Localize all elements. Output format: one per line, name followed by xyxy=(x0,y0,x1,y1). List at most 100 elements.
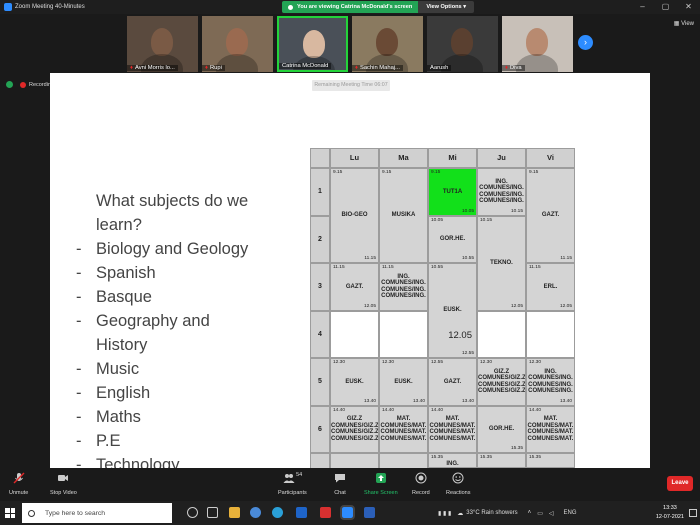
subject-item: Basque xyxy=(74,285,248,309)
pdf-reader-icon[interactable] xyxy=(320,507,331,518)
cell-subject-line: COMUNES/ING. xyxy=(479,198,524,205)
notifications-icon[interactable] xyxy=(689,509,697,517)
security-shield-icon[interactable] xyxy=(6,81,13,88)
taskbar-search-input[interactable]: Type here to search xyxy=(22,503,172,523)
view-options-button[interactable]: View Options ▾ xyxy=(418,1,475,13)
record-label: Record xyxy=(412,490,430,496)
meeting-toolbar: Unmute Stop Video 54 Participants Chat S… xyxy=(0,468,700,501)
slide-question-line: learn? xyxy=(96,216,142,234)
timetable-cell xyxy=(330,310,379,358)
timetable-cell: 14.40 MAT. COMUNES/MAT. COMUNES/MAT. COMUNES… xyxy=(379,405,428,453)
store-icon[interactable] xyxy=(296,507,307,518)
unmute-button[interactable]: Unmute xyxy=(9,472,28,496)
word-icon[interactable] xyxy=(364,507,375,518)
participant-name-text: Catrina McDonald xyxy=(282,63,329,69)
participant-tile[interactable]: ♦ Sachin Mahaj... xyxy=(352,16,423,72)
leave-button[interactable]: Leave xyxy=(667,476,693,491)
cell-start-time: 14.40 xyxy=(529,407,542,413)
cell-subject-line: COMUNES/ING. xyxy=(381,280,426,287)
timetable-cell: 11.15 ING. COMUNES/ING. COMUNES/ING. COMUNES… xyxy=(379,263,428,311)
participant-name-text: Rupi xyxy=(209,65,222,71)
cell-start-time: 14.40 xyxy=(382,407,395,413)
taskbar-clock[interactable]: 13:33 12-07-2021 xyxy=(656,504,684,522)
clock-date: 12-07-2021 xyxy=(655,514,684,520)
participant-tile[interactable]: ♦ Rupi xyxy=(202,16,273,72)
timetable-cell: 14.40 MAT. COMUNES/MAT. COMUNES/MAT. COMUNES… xyxy=(428,405,477,453)
chrome-icon[interactable] xyxy=(250,507,261,518)
share-screen-icon xyxy=(375,473,386,483)
tray-chevron-icon[interactable]: ˄ xyxy=(528,510,532,516)
timetable-cell: 12.30 13.40 ING. COMUNES/ING. COMUNES/ING. CO… xyxy=(526,358,575,406)
participant-name: ♦ Avni Morris lo... xyxy=(127,65,178,71)
timetable-cell xyxy=(526,310,575,358)
subject-item-line: English xyxy=(96,384,151,402)
participant-video-face xyxy=(151,28,173,56)
cell-subject: TEKNO. xyxy=(478,260,525,267)
timetable-cell: 15.35 ING. xyxy=(428,453,477,468)
mic-muted-icon: ♦ xyxy=(355,65,358,71)
file-explorer-icon[interactable] xyxy=(229,507,240,518)
cell-start-time: 11.15 xyxy=(529,265,541,270)
cell-subject: ING. COMUNES/ING. COMUNES/ING. COMUNES/ING. xyxy=(478,179,525,205)
subject-item-line: Biology and Geology xyxy=(96,240,249,258)
minimize-icon[interactable]: – xyxy=(631,0,654,14)
cell-subject-line: COMUNES/MAT. xyxy=(380,435,427,442)
cell-end-time: 10.55 xyxy=(461,256,474,261)
reactions-button[interactable]: Reactions xyxy=(446,472,470,496)
close-icon[interactable]: ✕ xyxy=(677,0,700,14)
task-view-icon[interactable] xyxy=(207,507,218,518)
shared-screen: Remaining Meeting Time 06:07 What subjec… xyxy=(50,73,650,468)
participant-tile[interactable]: ♦ Diva xyxy=(502,16,573,72)
window-controls: – ▢ ✕ xyxy=(631,0,700,14)
cell-subject-line: COMUNES/GIZ.Z xyxy=(478,375,526,382)
view-options-label: View Options xyxy=(426,4,462,10)
mic-muted-icon: ♦ xyxy=(505,65,508,71)
participant-video-face xyxy=(303,30,325,58)
search-icon xyxy=(28,509,35,517)
cell-subject-line: GAZT. xyxy=(541,212,560,219)
stop-video-button[interactable]: Stop Video xyxy=(50,472,77,496)
timetable-cell: 11.15 12.05 GAZT. xyxy=(330,263,379,311)
cell-subject: GIZ.Z COMUNES/GIZ.Z COMUNES/GIZ.Z COMUNES/G… xyxy=(331,416,378,442)
tray-apps-icon[interactable]: ▮ ▮ ▮ xyxy=(438,510,451,517)
speaker-icon[interactable]: ◁ xyxy=(549,510,554,517)
cell-subject: ERL. xyxy=(527,284,574,291)
participant-tile[interactable]: ♦ Avni Morris lo... xyxy=(127,16,198,72)
cell-subject-line: COMUNES/ING. xyxy=(528,375,573,382)
timetable-day-header: Ma xyxy=(379,148,428,168)
timetable-period-number xyxy=(310,453,330,468)
participant-tile[interactable]: Catrina McDonald xyxy=(277,16,348,72)
cell-start-time: 12.55 xyxy=(431,360,444,365)
cell-subject: GOR.HE. xyxy=(478,426,525,433)
timetable-cell: 11.15 12.05 ERL. xyxy=(526,263,575,311)
share-screen-button[interactable]: Share Screen xyxy=(364,472,398,496)
participant-tile[interactable]: Aarush xyxy=(427,16,498,72)
cell-end-time: 12.05 xyxy=(559,303,572,309)
edge-icon[interactable] xyxy=(272,507,283,518)
next-page-icon[interactable]: › xyxy=(578,35,593,50)
timetable-period-number: 5 xyxy=(310,358,330,406)
cortana-icon[interactable] xyxy=(187,507,198,518)
maximize-icon[interactable]: ▢ xyxy=(654,0,677,14)
network-icon[interactable]: ▭ xyxy=(537,510,543,517)
timetable-cell: 9.15 11.15 BIO-GEO xyxy=(330,168,379,263)
cell-subject: GAZT. xyxy=(527,212,574,219)
participant-name: Aarush xyxy=(427,65,452,71)
chat-icon xyxy=(335,474,345,483)
chat-button[interactable]: Chat xyxy=(334,472,346,496)
language-indicator[interactable]: ENG xyxy=(563,510,576,516)
timetable-cell: 15.35 xyxy=(526,453,575,468)
weather-text[interactable]: 33°C Rain showers xyxy=(466,510,517,516)
timetable-cell xyxy=(477,310,526,358)
screen-share-icon xyxy=(288,4,293,10)
record-button[interactable]: Record xyxy=(412,472,430,496)
timetable-cell: 14.40 MAT. COMUNES/MAT. COMUNES/MAT. COMUNES… xyxy=(526,405,575,453)
windows-start-icon[interactable] xyxy=(5,508,15,518)
participants-button[interactable]: 54 Participants xyxy=(278,472,307,496)
subject-item-line: P.E xyxy=(96,432,121,450)
zoom-taskbar-icon[interactable] xyxy=(340,505,355,520)
reactions-smiley-icon xyxy=(452,472,464,484)
view-button[interactable]: ▦ View xyxy=(674,20,694,27)
subject-item: Music xyxy=(74,357,248,381)
subject-item-line: Maths xyxy=(96,408,141,426)
